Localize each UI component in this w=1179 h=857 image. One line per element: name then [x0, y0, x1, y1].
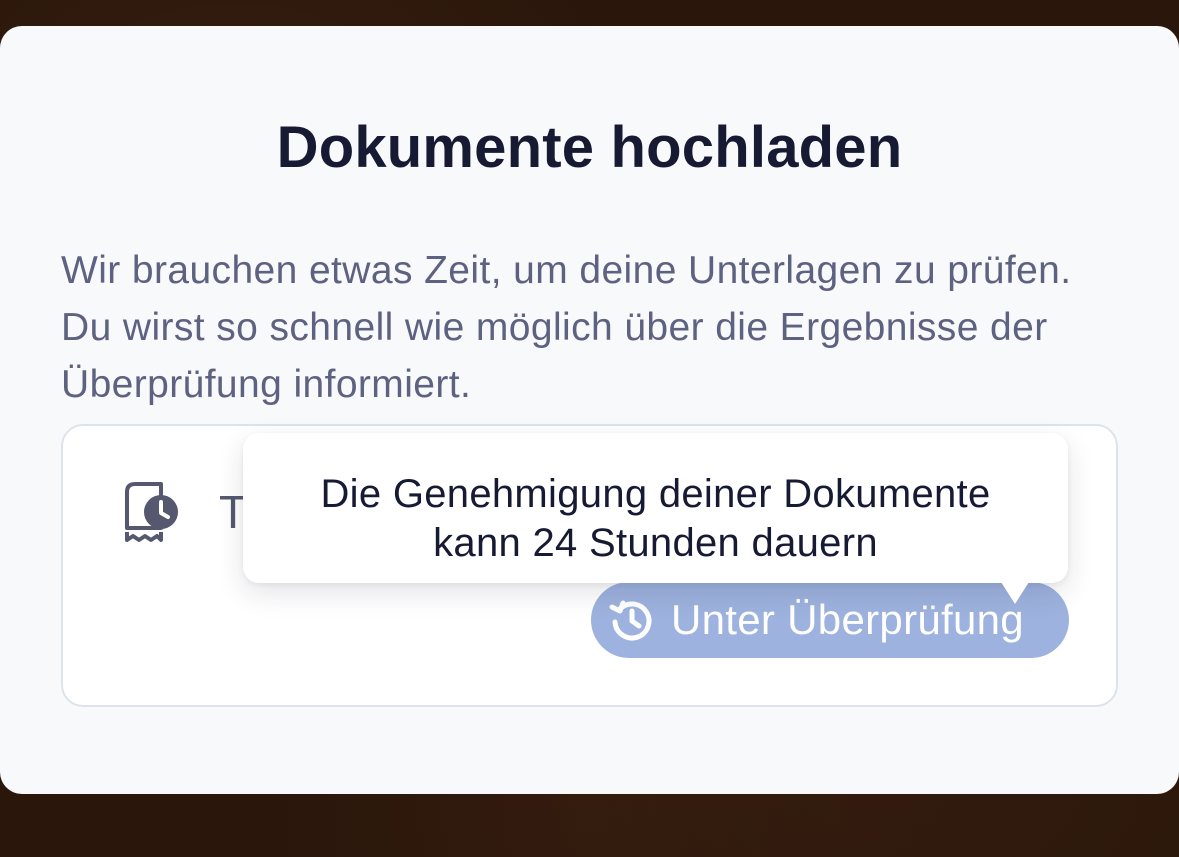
approval-time-tooltip: Die Genehmigung deiner Dokumente kann 24…: [243, 433, 1068, 604]
tooltip-line-2: kann 24 Stunden dauern: [433, 521, 878, 565]
tooltip-line-1: Die Genehmigung deiner Dokumente: [320, 472, 991, 516]
modal-title: Dokumente hochladen: [276, 115, 903, 180]
modal-description: Wir brauchen etwas Zeit, um deine Unterl…: [61, 249, 1072, 406]
history-clock-icon: [609, 600, 652, 641]
status-label: Unter Überprüfung: [671, 596, 1024, 643]
receipt-clock-icon: [125, 482, 178, 542]
status-badge[interactable]: Unter Überprüfung: [591, 582, 1069, 658]
tooltip-arrow: [1001, 582, 1029, 604]
